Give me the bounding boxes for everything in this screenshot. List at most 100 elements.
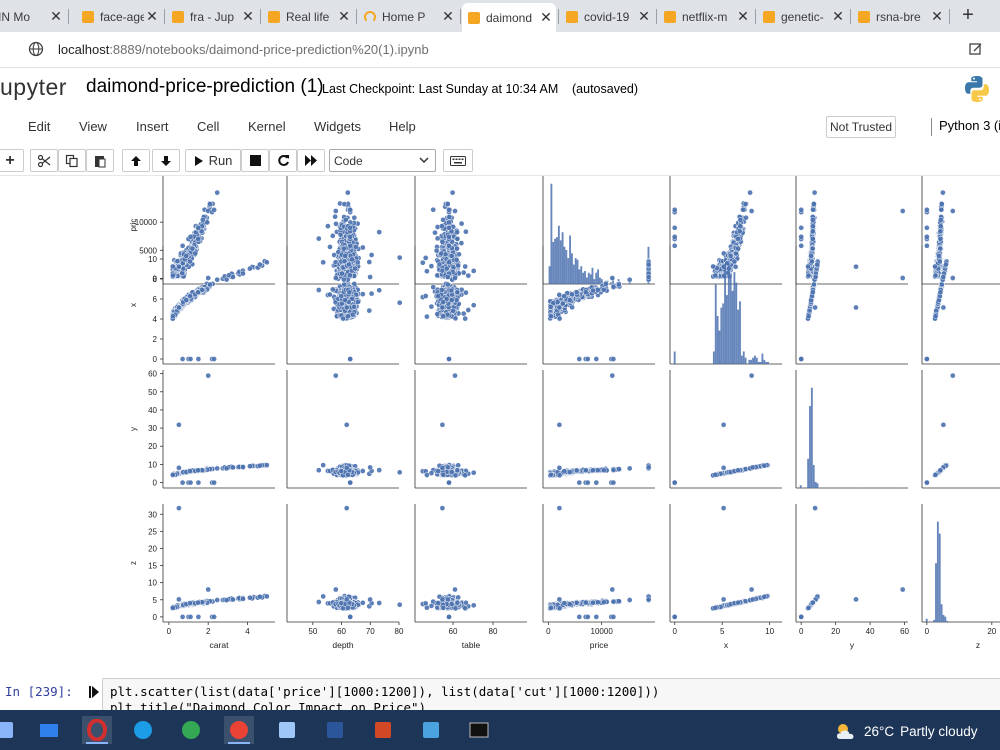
scatter-point xyxy=(436,261,443,268)
scatter-point xyxy=(367,274,373,280)
command-palette-button[interactable] xyxy=(443,149,473,172)
scatter-point xyxy=(345,313,351,320)
scatter-point xyxy=(353,244,359,250)
scatter-point xyxy=(342,297,348,303)
jupyter-icon xyxy=(468,11,480,24)
python-logo-icon xyxy=(965,76,989,102)
scatter-point xyxy=(446,206,452,213)
menu-cell[interactable]: Cell xyxy=(197,119,219,134)
histogram-bar xyxy=(585,277,588,284)
trust-status-button[interactable]: Not Trusted xyxy=(826,116,896,138)
restart-run-all-button[interactable] xyxy=(297,149,325,172)
tab-separator xyxy=(356,9,357,24)
scatter-point xyxy=(455,262,462,269)
scatter-point xyxy=(440,216,446,223)
notebook-toolbar: + Run Code xyxy=(0,146,1000,176)
scatter-point xyxy=(809,245,816,252)
menu-kernel[interactable]: Kernel xyxy=(248,119,286,134)
histogram-bar xyxy=(569,235,571,284)
browser-tab-6[interactable]: daimond ✕ xyxy=(462,3,556,32)
histogram-bar xyxy=(589,274,592,284)
scatter-point xyxy=(342,253,348,259)
browser-tab-5[interactable]: Home P ✕ xyxy=(358,3,458,30)
url-field[interactable]: localhost:8889/notebooks/daimond-price-p… xyxy=(58,42,429,57)
browser-tab-2[interactable]: face-age ✕ xyxy=(76,3,162,30)
move-down-button[interactable] xyxy=(152,149,180,172)
browser-tab-3[interactable]: fra - Jup ✕ xyxy=(166,3,258,30)
browser-tab-8[interactable]: netflix-m ✕ xyxy=(658,3,753,30)
scatter-point xyxy=(341,281,348,288)
scatter-point xyxy=(211,206,217,213)
run-button[interactable]: Run xyxy=(185,149,241,172)
scatter-point xyxy=(470,302,477,309)
browser-tab-1[interactable]: CNN Mo✕ xyxy=(0,3,66,30)
browser-tab-bar: CNN Mo✕ face-age✕fra - Jup✕Real life✕Home… xyxy=(0,0,1000,32)
scatter-point xyxy=(230,274,236,280)
close-tab-icon[interactable]: ✕ xyxy=(636,8,652,25)
cut-button[interactable] xyxy=(30,149,58,172)
close-tab-icon[interactable]: ✕ xyxy=(538,9,554,26)
scatter-point xyxy=(396,299,403,306)
address-bar: localhost:8889/notebooks/daimond-price-p… xyxy=(0,32,1000,68)
scatter-point xyxy=(462,263,469,270)
menu-insert[interactable]: Insert xyxy=(136,119,169,134)
notebook-title[interactable]: daimond-price-prediction (1) xyxy=(86,76,324,98)
browser-tab-7[interactable]: covid-19 ✕ xyxy=(560,3,654,30)
scatter-point xyxy=(351,304,357,310)
jupyter-logo[interactable]: upyter xyxy=(0,74,67,101)
scatter-point xyxy=(444,281,451,288)
restart-kernel-button[interactable] xyxy=(269,149,297,172)
jupyter-header: upyter daimond-price-prediction (1) Last… xyxy=(0,68,1000,112)
scatter-point xyxy=(932,263,938,270)
scatter-point xyxy=(937,228,944,235)
scatter-point xyxy=(737,216,744,223)
menu-widgets[interactable]: Widgets xyxy=(314,119,361,134)
copy-button[interactable] xyxy=(58,149,86,172)
close-tab-icon[interactable]: ✕ xyxy=(929,8,945,25)
scatter-point xyxy=(949,208,956,214)
menu-edit[interactable]: Edit xyxy=(28,119,50,134)
y-tick-label: 10000 xyxy=(135,218,158,227)
scatter-point xyxy=(327,291,333,298)
move-up-button[interactable] xyxy=(122,149,150,172)
insert-cell-button[interactable]: + xyxy=(0,149,24,172)
scatter-point xyxy=(347,224,354,231)
browser-tab-9[interactable]: genetic- ✕ xyxy=(757,3,848,30)
close-tab-icon[interactable]: ✕ xyxy=(735,8,751,25)
close-tab-icon[interactable]: ✕ xyxy=(240,8,256,25)
close-tab-icon[interactable]: ✕ xyxy=(48,8,64,25)
scatter-point xyxy=(332,213,338,220)
browser-tab-10[interactable]: rsna-bre ✕ xyxy=(852,3,947,30)
y-tick-label: 10 xyxy=(148,255,157,264)
read-aloud-icon[interactable] xyxy=(968,41,984,57)
scatter-point xyxy=(344,189,351,196)
cell-type-select[interactable]: Code xyxy=(329,149,436,172)
paste-icon xyxy=(95,155,106,167)
close-tab-icon[interactable]: ✕ xyxy=(336,8,352,25)
menu-help[interactable]: Help xyxy=(389,119,416,134)
histogram-bar xyxy=(593,279,596,284)
arrow-down-icon xyxy=(161,155,171,166)
jupyter-icon xyxy=(763,10,775,23)
jupyter-icon xyxy=(172,10,184,23)
scatter-point xyxy=(811,201,817,207)
scatter-point xyxy=(207,201,213,207)
scatter-point xyxy=(187,356,194,362)
scatter-point xyxy=(733,250,739,257)
menu-view[interactable]: View xyxy=(79,119,107,134)
close-tab-icon[interactable]: ✕ xyxy=(830,8,846,25)
interrupt-kernel-button[interactable] xyxy=(241,149,269,172)
histogram-bar xyxy=(559,240,562,284)
scatter-point xyxy=(256,261,263,268)
histogram-bar xyxy=(580,266,583,284)
scatter-point xyxy=(341,276,347,283)
scatter-point xyxy=(732,263,739,270)
new-tab-button[interactable]: + xyxy=(958,4,978,26)
kernel-indicator[interactable]: Python 3 (i xyxy=(931,118,1000,136)
scatter-point xyxy=(195,224,202,231)
paste-button[interactable] xyxy=(86,149,114,172)
close-tab-icon[interactable]: ✕ xyxy=(144,8,160,25)
browser-tab-4[interactable]: Real life ✕ xyxy=(262,3,354,30)
scatter-point xyxy=(938,201,945,207)
close-tab-icon[interactable]: ✕ xyxy=(440,8,456,25)
